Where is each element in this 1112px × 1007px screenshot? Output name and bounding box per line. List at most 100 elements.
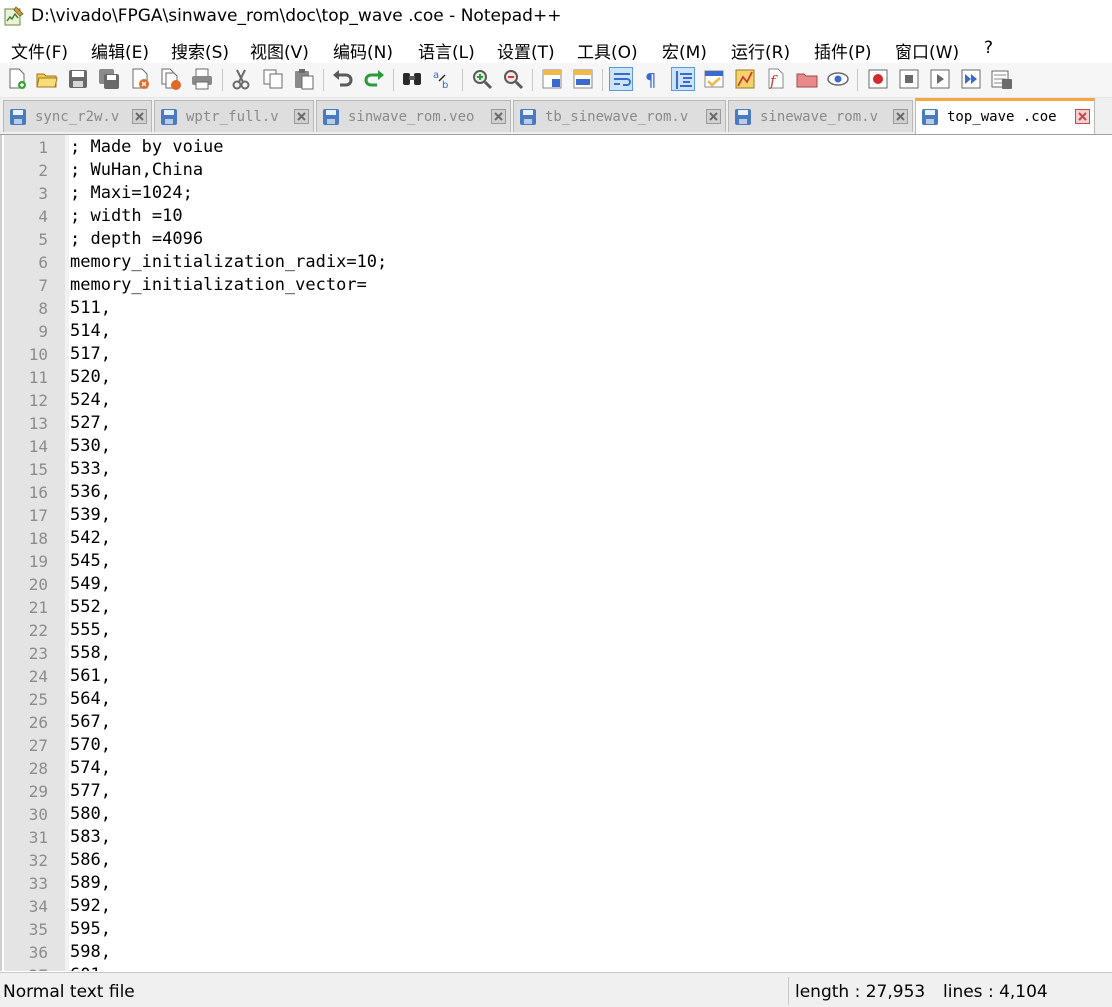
editor-line[interactable]: 32 586,: [2, 849, 1112, 872]
tab-wptr-full[interactable]: wptr_full.v: [154, 100, 314, 132]
line-text[interactable]: 542,: [70, 527, 111, 550]
line-text[interactable]: 524,: [70, 389, 111, 412]
line-text[interactable]: 552,: [70, 596, 111, 619]
zoom-out-icon[interactable]: [501, 67, 525, 91]
line-text[interactable]: 586,: [70, 849, 111, 872]
editor-line[interactable]: 11 520,: [2, 366, 1112, 389]
line-text[interactable]: ; depth =4096: [70, 228, 203, 251]
editor-line[interactable]: 1 ; Made by voiue: [2, 136, 1112, 159]
line-text[interactable]: memory_initialization_radix=10;: [70, 251, 387, 274]
new-file-icon[interactable]: [5, 67, 29, 91]
close-tab-icon[interactable]: [1075, 109, 1090, 124]
close-tab-icon[interactable]: [132, 109, 147, 124]
menu-language[interactable]: 语言(L): [418, 38, 475, 63]
close-icon[interactable]: [128, 67, 152, 91]
editor-line[interactable]: 37 601,: [2, 964, 1112, 971]
line-text[interactable]: ; WuHan,China: [70, 159, 203, 182]
editor-line[interactable]: 33 589,: [2, 872, 1112, 895]
line-text[interactable]: memory_initialization_vector=: [70, 274, 367, 297]
notepadpp-app-icon[interactable]: [4, 6, 24, 26]
line-text[interactable]: 533,: [70, 458, 111, 481]
line-text[interactable]: 574,: [70, 757, 111, 780]
monitoring-icon[interactable]: [826, 67, 850, 91]
line-text[interactable]: 564,: [70, 688, 111, 711]
close-all-icon[interactable]: [159, 67, 183, 91]
close-tab-icon[interactable]: [491, 109, 506, 124]
open-file-icon[interactable]: [35, 67, 59, 91]
editor-line[interactable]: 12 524,: [2, 389, 1112, 412]
line-text[interactable]: 577,: [70, 780, 111, 803]
word-wrap-icon[interactable]: [609, 67, 633, 91]
menu-help[interactable]: ?: [984, 38, 993, 58]
editor-line[interactable]: 31 583,: [2, 826, 1112, 849]
editor-line[interactable]: 29 577,: [2, 780, 1112, 803]
editor-line[interactable]: 2 ; WuHan,China: [2, 159, 1112, 182]
line-text[interactable]: 570,: [70, 734, 111, 757]
line-text[interactable]: 561,: [70, 665, 111, 688]
editor-line[interactable]: 3 ; Maxi=1024;: [2, 182, 1112, 205]
text-editor[interactable]: 1 ; Made by voiue 2 ; WuHan,China 3 ; Maxi=10…: [0, 135, 1112, 971]
line-text[interactable]: 601,: [70, 964, 111, 971]
find-icon[interactable]: [400, 67, 424, 91]
editor-line[interactable]: 5 ; depth =4096: [2, 228, 1112, 251]
sync-vertical-icon[interactable]: [540, 67, 564, 91]
line-text[interactable]: 545,: [70, 550, 111, 573]
print-icon[interactable]: [190, 67, 214, 91]
line-text[interactable]: ; Made by voiue: [70, 136, 224, 159]
tab-tb-sinewave-rom[interactable]: tb_sinewave_rom.v: [513, 100, 726, 132]
editor-line[interactable]: 25 564,: [2, 688, 1112, 711]
line-text[interactable]: ; width =10: [70, 205, 183, 228]
editor-line[interactable]: 15 533,: [2, 458, 1112, 481]
editor-line[interactable]: 34 592,: [2, 895, 1112, 918]
document-map-icon[interactable]: [733, 67, 757, 91]
editor-line[interactable]: 27 570,: [2, 734, 1112, 757]
undo-icon[interactable]: [331, 67, 355, 91]
line-text[interactable]: ; Maxi=1024;: [70, 182, 193, 205]
line-text[interactable]: 539,: [70, 504, 111, 527]
close-tab-icon[interactable]: [893, 109, 908, 124]
show-all-characters-icon[interactable]: ¶: [640, 67, 664, 91]
line-text[interactable]: 598,: [70, 941, 111, 964]
redo-icon[interactable]: [362, 67, 386, 91]
zoom-in-icon[interactable]: [470, 67, 494, 91]
editor-line[interactable]: 19 545,: [2, 550, 1112, 573]
menu-search[interactable]: 搜索(S): [171, 38, 229, 63]
menu-edit[interactable]: 编辑(E): [91, 38, 149, 63]
line-text[interactable]: 527,: [70, 412, 111, 435]
editor-line[interactable]: 28 574,: [2, 757, 1112, 780]
line-text[interactable]: 514,: [70, 320, 111, 343]
record-macro-icon[interactable]: [866, 67, 890, 91]
menu-window[interactable]: 窗口(W): [895, 38, 959, 63]
save-icon[interactable]: [66, 67, 90, 91]
editor-line[interactable]: 22 555,: [2, 619, 1112, 642]
editor-line[interactable]: 6 memory_initialization_radix=10;: [2, 251, 1112, 274]
editor-line[interactable]: 4 ; width =10: [2, 205, 1112, 228]
editor-line[interactable]: 7 memory_initialization_vector=: [2, 274, 1112, 297]
line-text[interactable]: 555,: [70, 619, 111, 642]
line-text[interactable]: 583,: [70, 826, 111, 849]
line-text[interactable]: 567,: [70, 711, 111, 734]
save-macro-icon[interactable]: [990, 67, 1014, 91]
sync-horizontal-icon[interactable]: [571, 67, 595, 91]
editor-line[interactable]: 8 511,: [2, 297, 1112, 320]
indent-guide-icon[interactable]: [671, 67, 695, 91]
editor-line[interactable]: 17 539,: [2, 504, 1112, 527]
line-text[interactable]: 517,: [70, 343, 111, 366]
menu-tools[interactable]: 工具(O): [577, 38, 638, 63]
menu-run[interactable]: 运行(R): [731, 38, 790, 63]
line-text[interactable]: 520,: [70, 366, 111, 389]
close-tab-icon[interactable]: [294, 109, 309, 124]
play-macro-icon[interactable]: [928, 67, 952, 91]
editor-line[interactable]: 20 549,: [2, 573, 1112, 596]
stop-macro-icon[interactable]: [897, 67, 921, 91]
menu-settings[interactable]: 设置(T): [497, 38, 555, 63]
editor-line[interactable]: 36 598,: [2, 941, 1112, 964]
user-language-icon[interactable]: [702, 67, 726, 91]
replace-icon[interactable]: ab: [431, 67, 455, 91]
menu-file[interactable]: 文件(F): [11, 38, 68, 63]
function-list-icon[interactable]: f: [764, 67, 788, 91]
editor-line[interactable]: 16 536,: [2, 481, 1112, 504]
editor-line[interactable]: 18 542,: [2, 527, 1112, 550]
line-text[interactable]: 589,: [70, 872, 111, 895]
editor-line[interactable]: 24 561,: [2, 665, 1112, 688]
